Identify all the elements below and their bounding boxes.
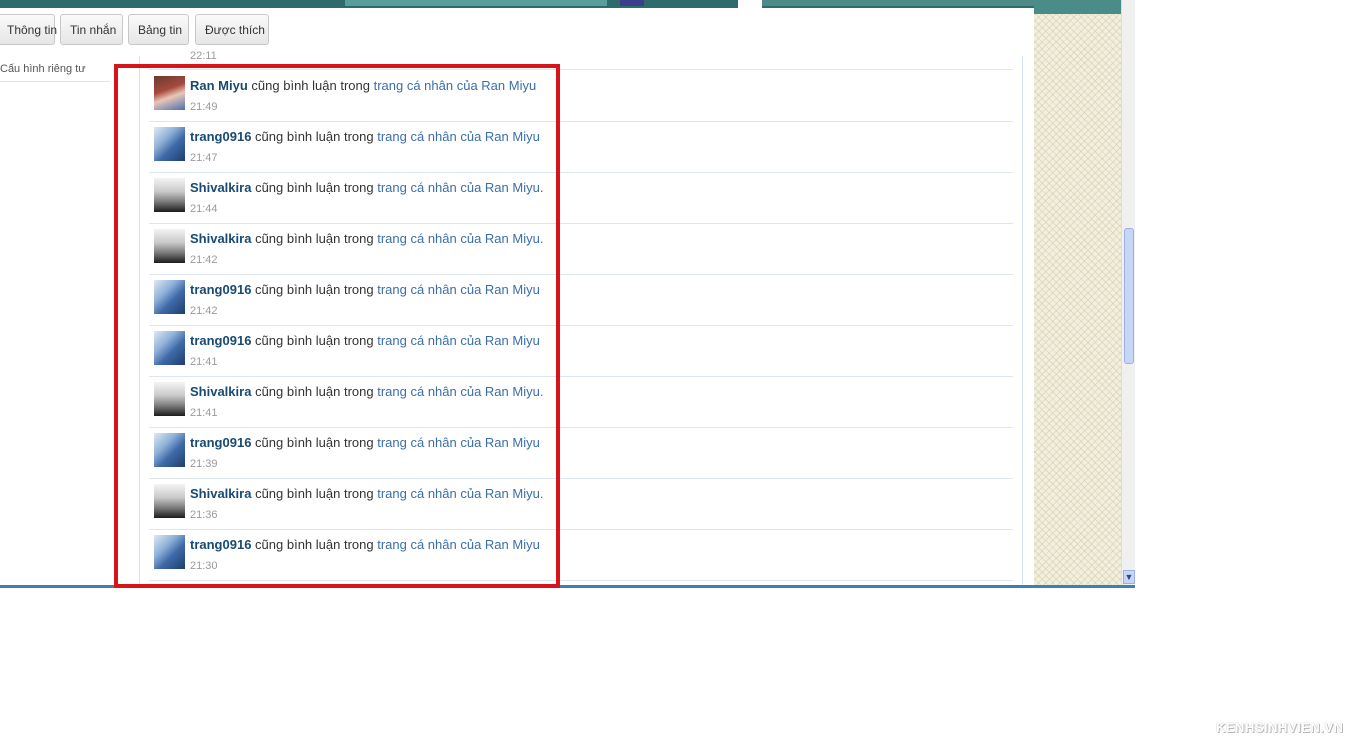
action-text: cũng bình luận trong xyxy=(255,435,374,450)
username-link[interactable]: Ran Miyu xyxy=(190,78,248,93)
target-link[interactable]: trang cá nhân của Ran Miyu. xyxy=(377,384,543,399)
timestamp: 21:42 xyxy=(190,254,218,266)
username-link[interactable]: trang0916 xyxy=(190,129,251,144)
shivalkira-avatar[interactable] xyxy=(154,484,185,518)
action-text: cũng bình luận trong xyxy=(255,333,374,348)
timestamp: 21:44 xyxy=(190,203,218,215)
feed-item: Shivalkira cũng bình luận trong trang cá… xyxy=(149,173,1013,224)
feed-item: Shivalkira cũng bình luận trong trang cá… xyxy=(149,224,1013,275)
target-link[interactable]: trang cá nhân của Ran Miyu. xyxy=(377,231,543,246)
feed-text: Shivalkira cũng bình luận trong trang cá… xyxy=(190,231,543,246)
trang0916-avatar[interactable] xyxy=(154,535,185,569)
feed-item: Shivalkira cũng bình luận trong trang cá… xyxy=(149,377,1013,428)
header-gap xyxy=(738,0,762,8)
bottom-border xyxy=(0,585,1135,588)
feed-item: trang0916 cũng bình luận trong trang cá … xyxy=(149,326,1013,377)
feed-text: Shivalkira cũng bình luận trong trang cá… xyxy=(190,486,543,501)
header-avatar[interactable] xyxy=(620,0,644,6)
shivalkira-avatar[interactable] xyxy=(154,178,185,212)
trang0916-avatar[interactable] xyxy=(154,433,185,467)
target-link[interactable]: trang cá nhân của Ran Miyu xyxy=(377,129,540,144)
privacy-settings-link[interactable]: Cấu hình riêng tư xyxy=(0,60,110,82)
username-link[interactable]: trang0916 xyxy=(190,435,251,450)
shivalkira-avatar[interactable] xyxy=(154,229,185,263)
username-link[interactable]: Shivalkira xyxy=(190,486,251,501)
header-strip xyxy=(1034,0,1121,14)
target-link[interactable]: trang cá nhân của Ran Miyu. xyxy=(377,486,543,501)
watermark: KENHSINHVIEN.VN xyxy=(1216,720,1344,735)
feed-text: trang0916 cũng bình luận trong trang cá … xyxy=(190,333,540,348)
divider xyxy=(149,69,1013,70)
username-link[interactable]: Shivalkira xyxy=(190,180,251,195)
shivalkira-avatar[interactable] xyxy=(154,382,185,416)
target-link[interactable]: trang cá nhân của Ran Miyu xyxy=(374,78,537,93)
action-text: cũng bình luận trong xyxy=(255,384,374,399)
feed-text: Shivalkira cũng bình luận trong trang cá… xyxy=(190,180,543,195)
action-text: cũng bình luận trong xyxy=(255,537,374,552)
target-link[interactable]: trang cá nhân của Ran Miyu. xyxy=(377,180,543,195)
target-link[interactable]: trang cá nhân của Ran Miyu xyxy=(377,435,540,450)
feed-text: Shivalkira cũng bình luận trong trang cá… xyxy=(190,384,543,399)
feed-item: trang0916 cũng bình luận trong trang cá … xyxy=(149,530,1013,581)
scroll-down-arrow-icon[interactable]: ▼ xyxy=(1123,570,1135,584)
trang0916-avatar[interactable] xyxy=(154,331,185,365)
feed-item: trang0916 cũng bình luận trong trang cá … xyxy=(149,428,1013,479)
timestamp: 21:49 xyxy=(190,101,218,113)
trang0916-avatar[interactable] xyxy=(154,127,185,161)
timestamp: 21:42 xyxy=(190,305,218,317)
target-link[interactable]: trang cá nhân của Ran Miyu xyxy=(377,537,540,552)
scrollbar-thumb[interactable] xyxy=(1124,228,1134,364)
vertical-scrollbar[interactable]: ▼ xyxy=(1121,0,1135,586)
action-text: cũng bình luận trong xyxy=(251,78,370,93)
feed-text: Ran Miyu cũng bình luận trong trang cá n… xyxy=(190,78,536,93)
username-link[interactable]: Shivalkira xyxy=(190,231,251,246)
left-menu: Cấu hình riêng tư xyxy=(0,60,110,82)
ran-miyu-avatar[interactable] xyxy=(154,76,185,110)
target-link[interactable]: trang cá nhân của Ran Miyu xyxy=(377,333,540,348)
username-link[interactable]: Shivalkira xyxy=(190,384,251,399)
activity-feed: Ran Miyu cũng bình luận trong trang cá n… xyxy=(149,71,1013,581)
timestamp: 21:39 xyxy=(190,458,218,470)
timestamp: 21:41 xyxy=(190,356,218,368)
feed-text: trang0916 cũng bình luận trong trang cá … xyxy=(190,537,540,552)
header-segment xyxy=(762,0,1034,6)
timestamp: 21:30 xyxy=(190,560,218,572)
feed-item: Ran Miyu cũng bình luận trong trang cá n… xyxy=(149,71,1013,122)
tab-tin-nhan[interactable]: Tin nhắn xyxy=(60,14,123,45)
tab-duoc-thich[interactable]: Được thích xyxy=(195,14,269,45)
feed-text: trang0916 cũng bình luận trong trang cá … xyxy=(190,129,540,144)
feed-text: trang0916 cũng bình luận trong trang cá … xyxy=(190,435,540,450)
trang0916-avatar[interactable] xyxy=(154,280,185,314)
timestamp: 21:36 xyxy=(190,509,218,521)
action-text: cũng bình luận trong xyxy=(255,282,374,297)
username-link[interactable]: trang0916 xyxy=(190,282,251,297)
action-text: cũng bình luận trong xyxy=(255,129,374,144)
feed-item: trang0916 cũng bình luận trong trang cá … xyxy=(149,122,1013,173)
feed-text: trang0916 cũng bình luận trong trang cá … xyxy=(190,282,540,297)
feed-item: Shivalkira cũng bình luận trong trang cá… xyxy=(149,479,1013,530)
action-text: cũng bình luận trong xyxy=(255,486,374,501)
header-banner xyxy=(0,0,1135,8)
header-segment xyxy=(345,0,607,6)
timestamp: 21:47 xyxy=(190,152,218,164)
username-link[interactable]: trang0916 xyxy=(190,537,251,552)
tab-bang-tin[interactable]: Bảng tin xyxy=(128,14,189,45)
action-text: cũng bình luận trong xyxy=(255,180,374,195)
action-text: cũng bình luận trong xyxy=(255,231,374,246)
username-link[interactable]: trang0916 xyxy=(190,333,251,348)
timestamp: 21:41 xyxy=(190,407,218,419)
feed-item: trang0916 cũng bình luận trong trang cá … xyxy=(149,275,1013,326)
tab-thong-tin[interactable]: Thông tin xyxy=(0,14,57,45)
target-link[interactable]: trang cá nhân của Ran Miyu xyxy=(377,282,540,297)
previous-item-time: 22:11 xyxy=(190,50,217,62)
page-background xyxy=(1034,0,1121,586)
